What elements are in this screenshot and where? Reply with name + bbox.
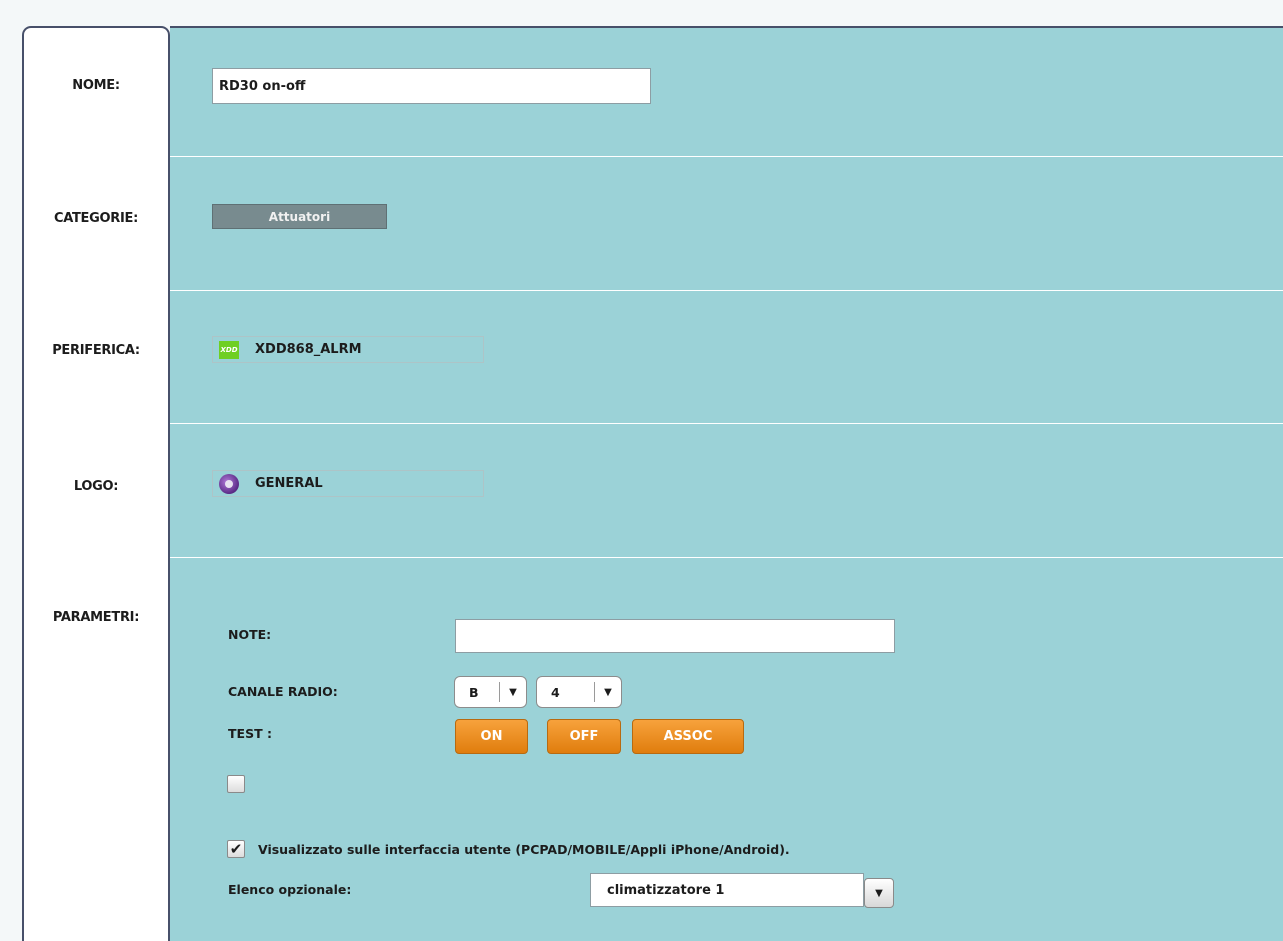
logo-value: GENERAL <box>255 476 323 491</box>
test-on-button[interactable]: ON <box>455 719 528 754</box>
chevron-down-icon: ▼ <box>604 686 612 698</box>
periferica-selector[interactable]: XDD XDD868_ALRM <box>212 336 484 363</box>
test-off-button[interactable]: OFF <box>547 719 621 754</box>
extra-checkbox[interactable] <box>227 775 245 793</box>
channel-number-select[interactable]: 4 ▼ <box>536 676 622 708</box>
note-label: NOTE: <box>228 627 272 642</box>
elenco-dropdown-button[interactable]: ▼ <box>864 878 894 908</box>
divider <box>170 290 1283 291</box>
test-assoc-button[interactable]: ASSOC <box>632 719 744 754</box>
elenco-opzionale-label: Elenco opzionale: <box>228 882 352 897</box>
divider <box>170 423 1283 424</box>
canale-radio-label: CANALE RADIO: <box>228 684 338 699</box>
general-logo-icon <box>219 473 239 494</box>
categorie-label: CATEGORIE: <box>54 211 138 226</box>
channel-number-value: 4 <box>551 684 560 700</box>
channel-letter-value: B <box>469 684 479 700</box>
checkmark-icon: ✔ <box>229 839 243 858</box>
nome-input[interactable]: RD30 on-off <box>212 68 651 104</box>
divider <box>170 156 1283 157</box>
logo-label: LOGO: <box>73 479 119 494</box>
visualizzato-checkbox[interactable]: ✔ <box>227 840 245 858</box>
note-input[interactable] <box>455 619 895 653</box>
device-form: NOME: RD30 on-off CATEGORIE: Attuatori P… <box>0 0 1283 941</box>
category-value: Attuatori <box>268 209 331 224</box>
elenco-opzionale-input[interactable]: climatizzatore 1 <box>590 873 864 907</box>
visualizzato-label: Visualizzato sulle interfaccia utente (P… <box>258 842 790 857</box>
test-label: TEST : <box>228 726 272 741</box>
periferica-label: PERIFERICA: <box>52 343 140 358</box>
nome-label: NOME: <box>72 78 120 93</box>
chevron-down-icon: ▼ <box>875 887 883 899</box>
channel-letter-select[interactable]: B ▼ <box>454 676 527 708</box>
xdd-device-icon: XDD <box>219 340 239 359</box>
chevron-down-icon: ▼ <box>509 686 517 698</box>
category-selector[interactable]: Attuatori <box>212 204 387 229</box>
parametri-label: PARAMETRI: <box>52 610 140 625</box>
logo-selector[interactable]: GENERAL <box>212 470 484 497</box>
periferica-value: XDD868_ALRM <box>255 342 362 357</box>
divider <box>170 557 1283 558</box>
